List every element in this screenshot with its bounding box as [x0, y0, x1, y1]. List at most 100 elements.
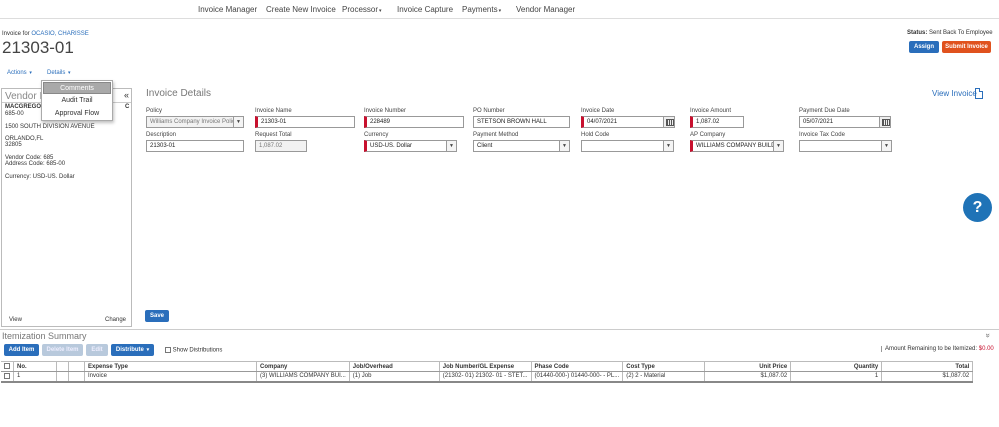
menu-item-approval-flow[interactable]: Approval Flow	[43, 108, 111, 120]
calendar-icon[interactable]	[879, 117, 890, 127]
collapse-icon[interactable]: «	[124, 90, 129, 100]
nav-invoice-capture[interactable]: Invoice Capture	[397, 5, 453, 14]
invoice-date-value: 04/07/2021	[587, 119, 618, 125]
vendor-name: MACGREGOR	[5, 104, 46, 110]
currency-select[interactable]: USD-US. Dollar ▼	[364, 140, 457, 152]
save-button[interactable]: Save	[145, 310, 169, 322]
show-distributions-checkbox[interactable]	[165, 347, 171, 353]
table-header-row: No. Expense Type Company Job/Overhead Jo…	[1, 361, 974, 372]
status-line: Status: Sent Back To Employee	[907, 30, 993, 36]
cell-phase-code: (01440-000-) 01440-000- - PL...	[531, 371, 624, 383]
invoice-number-field[interactable]: 228489	[364, 116, 464, 128]
ap-company-select[interactable]: WILLIAMS COMPANY BUILD ▼	[690, 140, 784, 152]
col-cost-type: Cost Type	[622, 361, 706, 372]
invoice-amount-label: Invoice Amount	[690, 108, 732, 114]
col-job-number: Job Number/GL Expense	[439, 361, 532, 372]
col-job-overhead: Job/Overhead	[349, 361, 440, 372]
invoice-name-field[interactable]: 21303-01	[255, 116, 355, 128]
hold-code-select[interactable]: ▼	[581, 140, 674, 152]
nav-vendor-manager[interactable]: Vendor Manager	[516, 5, 575, 14]
vendor-info-panel: Vendor Info « MACGREGOR C 685-00 1500 SO…	[1, 88, 132, 327]
itemization-title: Itemization Summary	[2, 331, 87, 341]
show-distributions-toggle[interactable]: Show Distributions	[165, 347, 222, 354]
col-expense-type: Expense Type	[84, 361, 257, 372]
assign-button[interactable]: Assign	[909, 41, 939, 53]
distribute-button[interactable]: Distribute ▾	[111, 344, 154, 356]
delete-item-button[interactable]: Delete Item	[42, 344, 83, 356]
nav-invoice-manager[interactable]: Invoice Manager	[198, 5, 257, 14]
vendor-change-link[interactable]: Change	[105, 317, 126, 323]
status-label: Status:	[907, 30, 928, 36]
question-icon: ?	[972, 199, 983, 216]
details-menu-label: Details	[47, 70, 66, 76]
employee-link[interactable]: OCASIO, CHARISSE	[31, 31, 88, 37]
col-unit-price: Unit Price	[704, 361, 792, 372]
actions-menu[interactable]: Actions ▾	[7, 70, 32, 76]
policy-select[interactable]: Williams Company Invoice Polic ▼	[146, 116, 244, 128]
calendar-icon[interactable]	[663, 117, 674, 127]
expand-icon[interactable]: »	[984, 333, 993, 337]
invoice-date-label: Invoice Date	[581, 108, 615, 114]
description-label: Description	[146, 132, 177, 138]
vendor-id: 685-00	[5, 111, 24, 117]
status-badge: Sent Back To Employee	[929, 30, 993, 36]
chevron-down-icon: ▼	[233, 117, 243, 127]
col-no: No.	[13, 361, 57, 372]
invoice-date-field[interactable]: 04/07/2021	[581, 116, 675, 128]
chevron-down-icon: ▾	[146, 347, 150, 353]
nav-payments[interactable]: Payments▾	[462, 5, 501, 14]
nav-processor[interactable]: Processor▾	[342, 5, 382, 14]
select-all-checkbox[interactable]	[4, 363, 10, 370]
chevron-down-icon: ▼	[773, 141, 783, 151]
col-company: Company	[256, 361, 350, 372]
row-checkbox[interactable]	[4, 372, 10, 379]
invoice-tax-code-select[interactable]: ▼	[799, 140, 892, 152]
vendor-view-link[interactable]: View	[9, 317, 22, 323]
help-button[interactable]: ?	[963, 193, 992, 222]
invoice-name-label: Invoice Name	[255, 108, 292, 114]
table-row[interactable]: 1 Invoice (3) WILLIAMS COMPANY BUI... (1…	[1, 371, 974, 383]
chevron-down-icon: ▼	[881, 141, 891, 151]
edit-button[interactable]: Edit	[86, 344, 108, 356]
add-item-button[interactable]: Add Item	[4, 344, 39, 356]
menu-item-audit-trail[interactable]: Audit Trail	[43, 95, 111, 107]
invoice-for-line: Invoice for OCASIO, CHARISSE	[2, 31, 89, 37]
chevron-down-icon: ▾	[379, 8, 382, 14]
amount-remaining: Amount Remaining to be Itemized: $0.00	[881, 346, 994, 352]
invoice-details-title: Invoice Details	[146, 88, 212, 99]
invoice-tax-code-label: Invoice Tax Code	[799, 132, 845, 138]
chevron-down-icon: ▼	[663, 141, 673, 151]
menu-item-comments[interactable]: Comments	[43, 82, 111, 94]
invoice-amount-field[interactable]: 1,087.02	[690, 116, 744, 128]
ap-company-value: WILLIAMS COMPANY BUILD	[696, 143, 776, 149]
document-icon[interactable]	[975, 88, 983, 99]
chevron-down-icon: ▾	[498, 8, 502, 14]
request-total-label: Request Total	[255, 132, 292, 138]
col-total: Total	[881, 361, 974, 372]
cell-job-number: (21302- 01) 21302- 01 - STET...	[439, 371, 532, 383]
ap-company-label: AP Company	[690, 132, 726, 138]
itemization-header	[0, 329, 999, 341]
amount-remaining-value: $0.00	[978, 346, 994, 352]
description-field[interactable]: 21303-01	[146, 140, 244, 152]
view-invoice-link[interactable]: View Invoice	[932, 89, 977, 98]
chevron-down-icon: ▾	[29, 70, 32, 76]
nav-create-new-invoice[interactable]: Create New Invoice	[266, 5, 336, 14]
details-menu[interactable]: Details ▾	[47, 70, 71, 76]
details-dropdown: Comments Audit Trail Approval Flow	[41, 80, 113, 121]
address-code: Address Code: 685-00	[5, 161, 66, 167]
payment-due-date-field[interactable]: 05/07/2021	[799, 116, 891, 128]
vendor-name-suffix: C	[125, 104, 130, 110]
cell-expense-type: Invoice	[84, 371, 257, 383]
itemization-table: No. Expense Type Company Job/Overhead Jo…	[1, 361, 974, 383]
po-number-field[interactable]: STETSON BROWN HALL	[473, 116, 570, 128]
col-phase-code: Phase Code	[531, 361, 624, 372]
top-nav: Invoice Manager Create New Invoice Proce…	[0, 0, 999, 19]
payment-method-select[interactable]: Client ▼	[473, 140, 570, 152]
cell-total: $1,087.02	[881, 371, 974, 383]
cell-cost-type: (2) 2 - Material	[622, 371, 706, 383]
vendor-currency: Currency: USD-US. Dollar	[5, 174, 75, 180]
show-distributions-label: Show Distributions	[172, 347, 223, 354]
col-blank-2	[68, 361, 85, 372]
submit-invoice-button[interactable]: Submit Invoice	[942, 41, 991, 53]
